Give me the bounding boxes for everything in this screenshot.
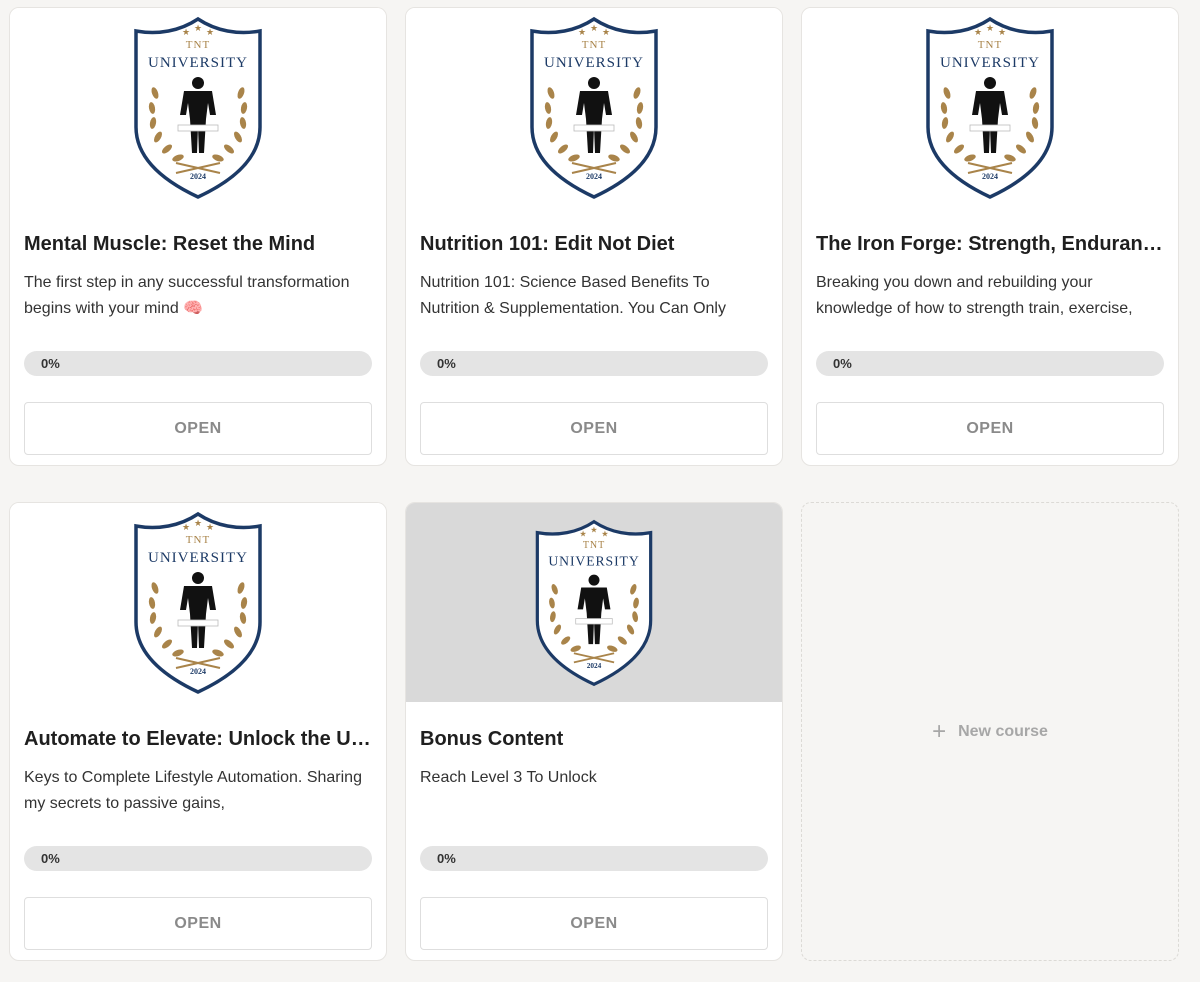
svg-text:TNT: TNT <box>978 39 1002 51</box>
course-description: The first step in any successful transfo… <box>24 274 350 317</box>
course-grid: ★ ★ ★ TNT UNIVERSITY 2024 Mental Muscle:… <box>9 7 1182 961</box>
svg-text:★: ★ <box>206 27 214 37</box>
course-image: ★ ★ ★ TNT UNIVERSITY 2024 <box>802 8 1178 207</box>
svg-text:TNT: TNT <box>186 534 210 546</box>
tnt-university-logo: ★ ★ ★ TNT UNIVERSITY 2024 <box>535 519 653 686</box>
svg-text:★: ★ <box>601 529 608 538</box>
course-card[interactable]: ★ ★ ★ TNT UNIVERSITY <box>405 7 783 466</box>
course-description: Reach Level 3 To Unlock <box>420 769 597 786</box>
svg-text:★: ★ <box>182 522 190 532</box>
svg-text:★: ★ <box>602 27 610 37</box>
svg-text:★: ★ <box>986 23 994 33</box>
progress-label: 0% <box>437 356 456 371</box>
course-description: Keys to Complete Lifestyle Automation. S… <box>24 769 362 812</box>
course-card[interactable]: ★ ★ ★ TNT UNIVERSITY <box>9 502 387 961</box>
course-card[interactable]: ★ ★ ★ TNT UNIVERSITY <box>405 502 783 961</box>
course-title[interactable]: Nutrition 101: Edit Not Diet <box>420 232 768 256</box>
svg-text:TNT: TNT <box>186 39 210 51</box>
progress-label: 0% <box>41 851 60 866</box>
svg-text:★: ★ <box>182 27 190 37</box>
progress-label: 0% <box>41 356 60 371</box>
course-description: Breaking you down and rebuilding your kn… <box>816 274 1133 317</box>
course-image: ★ ★ ★ TNT UNIVERSITY 2024 <box>406 8 782 207</box>
progress-bar: 0% <box>816 351 1164 376</box>
svg-text:UNIVERSITY: UNIVERSITY <box>148 550 248 566</box>
svg-text:★: ★ <box>590 23 598 33</box>
open-button[interactable]: OPEN <box>816 402 1164 455</box>
course-title[interactable]: Mental Muscle: Reset the Mind <box>24 232 372 256</box>
new-course-button[interactable]: + New course <box>801 502 1179 961</box>
tnt-university-logo: ★ ★ ★ TNT UNIVERSITY 2024 <box>134 16 262 199</box>
course-image: ★ ★ ★ TNT UNIVERSITY 2024 <box>10 8 386 207</box>
svg-text:★: ★ <box>974 27 982 37</box>
course-image-locked: ★ ★ ★ TNT UNIVERSITY 2024 <box>406 503 782 702</box>
svg-text:★: ★ <box>194 23 202 33</box>
svg-text:★: ★ <box>590 525 597 534</box>
progress-bar: 0% <box>24 846 372 871</box>
svg-text:★: ★ <box>998 27 1006 37</box>
open-button[interactable]: OPEN <box>420 897 768 950</box>
svg-text:TNT: TNT <box>583 540 605 551</box>
svg-text:2024: 2024 <box>587 660 602 669</box>
svg-text:UNIVERSITY: UNIVERSITY <box>940 55 1040 71</box>
new-course-label: New course <box>958 722 1048 740</box>
svg-text:2024: 2024 <box>586 172 602 181</box>
svg-text:UNIVERSITY: UNIVERSITY <box>148 55 248 71</box>
course-title[interactable]: Automate to Elevate: Unlock the U… <box>24 727 372 751</box>
course-description: Nutrition 101: Science Based Benefits To… <box>420 274 726 317</box>
svg-text:2024: 2024 <box>190 667 206 676</box>
svg-text:TNT: TNT <box>582 39 606 51</box>
tnt-university-logo: ★ ★ ★ TNT UNIVERSITY 2024 <box>926 16 1054 199</box>
course-card[interactable]: ★ ★ ★ TNT UNIVERSITY <box>9 7 387 466</box>
svg-text:★: ★ <box>578 27 586 37</box>
svg-text:UNIVERSITY: UNIVERSITY <box>544 55 644 71</box>
open-button[interactable]: OPEN <box>24 402 372 455</box>
progress-bar: 0% <box>24 351 372 376</box>
open-button[interactable]: OPEN <box>24 897 372 950</box>
svg-text:★: ★ <box>194 518 202 528</box>
tnt-university-logo: ★ ★ ★ TNT UNIVERSITY 2024 <box>530 16 658 199</box>
svg-text:★: ★ <box>579 529 586 538</box>
progress-label: 0% <box>833 356 852 371</box>
progress-bar: 0% <box>420 846 768 871</box>
open-button[interactable]: OPEN <box>420 402 768 455</box>
svg-text:UNIVERSITY: UNIVERSITY <box>548 553 639 568</box>
course-title[interactable]: The Iron Forge: Strength, Enduran… <box>816 232 1164 256</box>
svg-text:★: ★ <box>206 522 214 532</box>
course-card[interactable]: ★ ★ ★ TNT UNIVERSITY <box>801 7 1179 466</box>
svg-text:2024: 2024 <box>982 172 998 181</box>
course-image: ★ ★ ★ TNT UNIVERSITY 2024 <box>10 503 386 702</box>
progress-bar: 0% <box>420 351 768 376</box>
plus-icon: + <box>932 717 947 745</box>
progress-label: 0% <box>437 851 456 866</box>
course-title[interactable]: Bonus Content <box>420 727 768 751</box>
svg-text:2024: 2024 <box>190 172 206 181</box>
tnt-university-logo: ★ ★ ★ TNT UNIVERSITY 2024 <box>134 511 262 694</box>
